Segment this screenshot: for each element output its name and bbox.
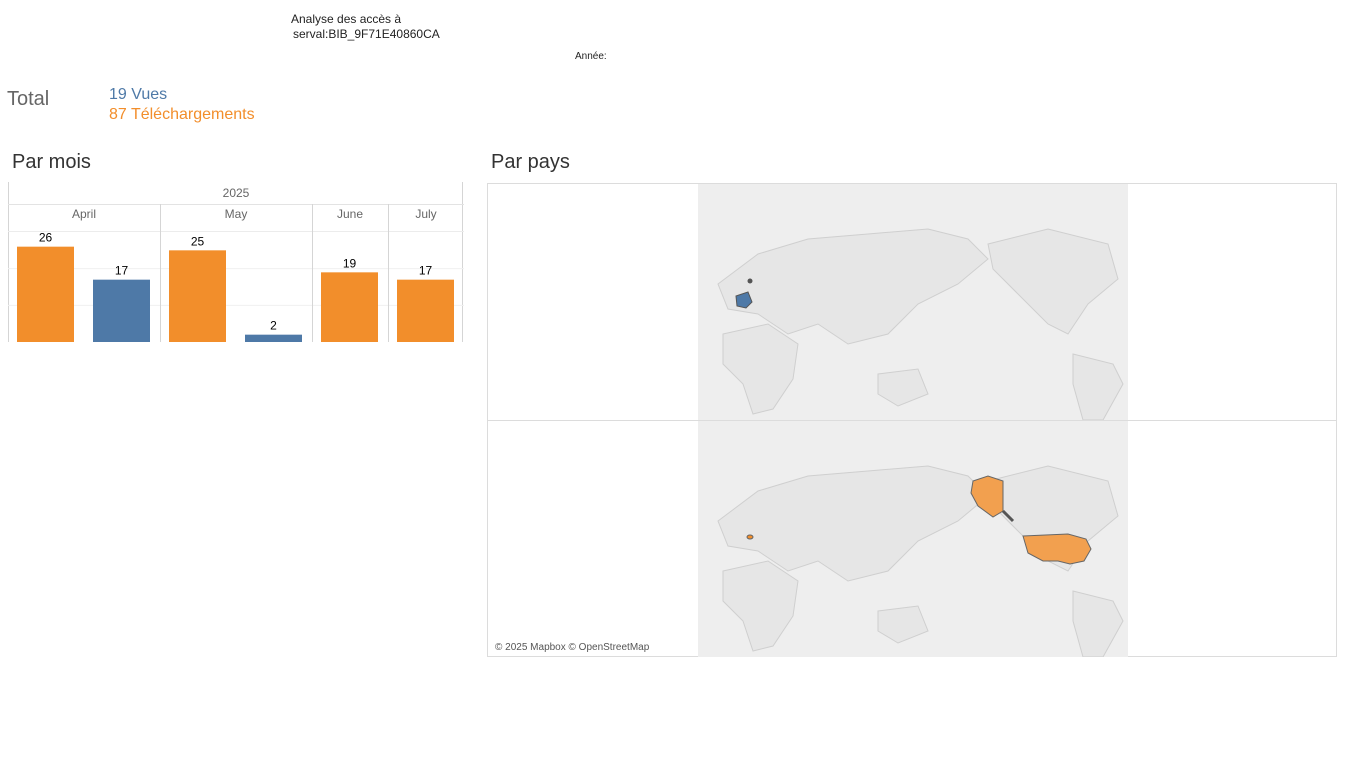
- map-credit: © 2025 Mapbox © OpenStreetMap: [495, 642, 650, 653]
- month-label-june: June: [337, 207, 363, 221]
- by-country-title: Par pays: [491, 151, 570, 173]
- bar-value-label: 17: [115, 264, 129, 278]
- switzerland-shape[interactable]: [746, 534, 754, 540]
- bar-may: [245, 334, 302, 342]
- small-country-marker: [747, 278, 753, 284]
- month-label-may: May: [225, 207, 248, 221]
- bar-may: [169, 250, 226, 342]
- downloads-world-map: [698, 421, 1128, 657]
- total-views: 19 Vues: [109, 86, 168, 103]
- country-map-panel[interactable]: © 2025 Mapbox © OpenStreetMap: [487, 183, 1337, 657]
- downloads-map[interactable]: © 2025 Mapbox © OpenStreetMap: [488, 421, 1336, 657]
- bar-june: [321, 272, 378, 342]
- bar-value-label: 19: [343, 256, 357, 270]
- by-month-title: Par mois: [12, 151, 91, 173]
- year-header: 2025: [223, 186, 250, 200]
- views-world-map: [698, 184, 1128, 420]
- total-downloads: 87 Téléchargements: [109, 106, 255, 123]
- total-label: Total: [7, 88, 50, 110]
- views-map[interactable]: [488, 184, 1336, 421]
- bar-value-label: 26: [39, 231, 53, 245]
- monthly-bar-chart[interactable]: 2025 April 26 17 May 25 2 June 19 July 17: [8, 182, 464, 344]
- bar-value-label: 2: [270, 319, 277, 333]
- year-filter-label[interactable]: Année:: [575, 51, 607, 62]
- month-label-july: July: [415, 207, 436, 221]
- page-title-line2: serval:BIB_9F71E40860CA: [293, 27, 440, 41]
- bar-july: [397, 279, 454, 342]
- month-label-april: April: [72, 207, 96, 221]
- bar-value-label: 25: [191, 234, 205, 248]
- bar-april: [17, 246, 74, 342]
- bar-april: [93, 279, 150, 342]
- bar-value-label: 17: [419, 264, 433, 278]
- page-title: Analyse des accès à serval:BIB_9F71E4086…: [291, 12, 440, 42]
- page-title-line1: Analyse des accès à: [291, 12, 402, 26]
